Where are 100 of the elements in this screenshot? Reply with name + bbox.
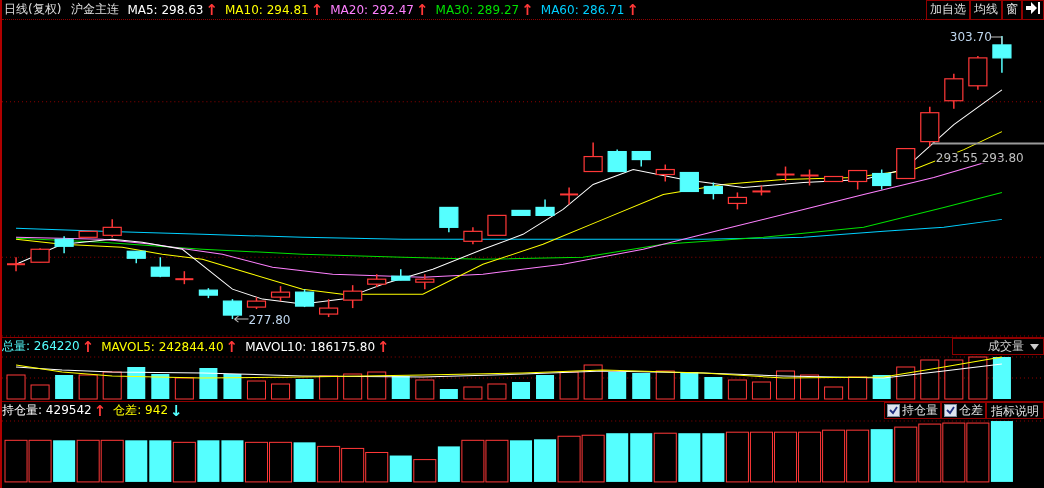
candlestick: [415, 273, 435, 290]
candlestick: [294, 288, 315, 308]
candlestick: [655, 163, 675, 183]
indicator-value: 仓差: 942: [113, 402, 168, 419]
caret-icon: [1030, 343, 1039, 350]
open-interest-bar: [557, 435, 581, 483]
checkbox[interactable]: [944, 404, 957, 417]
arrow-to-bar-icon: [1026, 2, 1040, 14]
volume-bar: [800, 374, 820, 400]
candlestick: [198, 287, 218, 299]
open-interest-bar: [773, 431, 798, 483]
volume-bar: [319, 375, 339, 400]
volume-bar: [127, 367, 146, 399]
trend-arrow: ↓: [170, 402, 183, 419]
open-interest-bar: [244, 441, 268, 483]
indicator-value: MA5: 298.63: [127, 2, 204, 17]
open-interest-bar: [389, 455, 412, 482]
open-interest-bar: [197, 440, 220, 482]
volume-bar: [223, 374, 242, 399]
volume-bar: [680, 372, 699, 399]
volume-bar: [872, 375, 891, 399]
candlestick: [6, 256, 27, 272]
open-interest-bar: [870, 429, 893, 482]
indicator-value: MAVOL10: 186175.80: [245, 339, 376, 354]
volume-bar: [583, 364, 603, 400]
candlestick: [391, 268, 411, 281]
candlestick: [631, 150, 651, 168]
open-interest-bar: [846, 429, 870, 483]
open-interest-bar: [822, 429, 846, 483]
volume-bar: [6, 374, 26, 400]
volume-bar: [391, 376, 410, 399]
low-price-label: 277.80: [248, 313, 291, 328]
indicator-dropdown[interactable]: 成交量: [952, 338, 1044, 355]
period-label: 日线(复权): [4, 1, 62, 18]
indicator-value: MAVOL5: 242844.40: [101, 339, 224, 354]
candlestick: [30, 247, 50, 263]
toolbar-button[interactable]: 加自选: [926, 0, 970, 20]
open-interest-bar: [269, 441, 293, 483]
open-interest-bar: [581, 434, 605, 483]
volume-bar: [463, 386, 483, 400]
candlestick: [174, 270, 195, 285]
candlestick: [583, 141, 603, 173]
open-interest-bar: [653, 432, 677, 483]
open-interest-bar: [749, 431, 773, 483]
open-interest-bar: [606, 433, 629, 482]
open-interest-bar: [341, 447, 365, 483]
candlestick: [848, 169, 868, 191]
volume-bar: [512, 382, 530, 399]
candlestick: [679, 171, 699, 193]
indicator-value: MA20: 292.47: [330, 2, 414, 17]
exit-panel-button[interactable]: [1022, 0, 1044, 20]
volume-bar: [174, 377, 194, 400]
volume-bar: [727, 379, 747, 400]
open-interest-bar: [678, 433, 701, 482]
candlestick: [102, 218, 122, 239]
candlestick: [607, 148, 627, 173]
trend-arrow: ↑: [93, 402, 107, 419]
volume-bar: [487, 383, 507, 400]
open-interest-bar: [76, 439, 100, 483]
volume-bar: [896, 366, 916, 400]
high-price-label: 303.70: [949, 29, 992, 44]
trend-arrow: ↑: [205, 1, 218, 18]
candlestick: [487, 214, 507, 237]
toolbar-button[interactable]: 均线: [970, 0, 1002, 20]
candlestick: [270, 285, 291, 302]
checkbox-option[interactable]: 持仓量: [884, 402, 941, 419]
volume-bar: [78, 374, 98, 400]
candlestick: [319, 298, 339, 318]
candlestick: [511, 209, 531, 217]
open-interest-bar: [221, 440, 244, 482]
volume-bar: [704, 377, 723, 399]
volume-bar: [848, 376, 868, 400]
candlestick: [54, 235, 74, 254]
indicator-help-button[interactable]: 指标说明: [986, 402, 1044, 419]
open-interest-bar: [28, 439, 52, 483]
symbol-label: 沪金主连: [71, 1, 120, 18]
open-interest-bar: [918, 423, 942, 483]
volume-bar: [751, 381, 771, 400]
open-interest-bar: [798, 431, 822, 483]
candlestick: [439, 206, 459, 234]
checkbox[interactable]: [887, 404, 900, 417]
volume-bar: [55, 375, 74, 399]
indicator-value: MA30: 289.27: [435, 2, 520, 17]
trend-arrow: ↑: [415, 1, 429, 18]
volume-bar: [246, 380, 266, 400]
candlestick: [799, 168, 820, 187]
checkbox-option[interactable]: 仓差: [941, 402, 986, 419]
toolbar-button[interactable]: 窗: [1002, 0, 1022, 20]
candlestick: [896, 147, 916, 180]
candlestick: [751, 184, 772, 197]
volume-bar: [655, 370, 675, 400]
volume-bar: [632, 373, 651, 399]
open-interest-bar: [293, 442, 316, 482]
candlestick: [535, 198, 555, 217]
candlestick: [872, 168, 892, 191]
candlestick: [222, 298, 243, 320]
trend-arrow: ↑: [626, 1, 640, 18]
open-interest-bar: [942, 422, 966, 483]
volume-bar: [944, 359, 964, 400]
candlestick: [920, 106, 940, 148]
